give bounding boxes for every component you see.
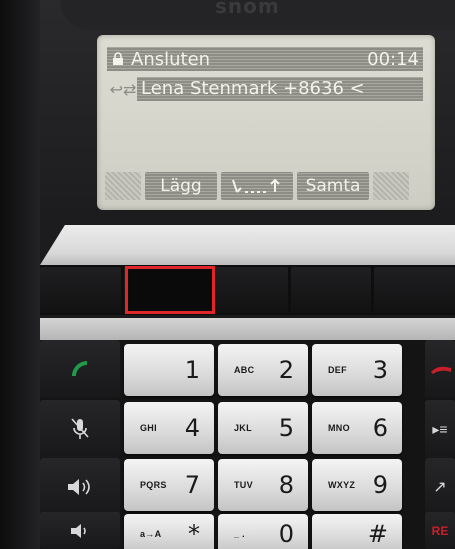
key-2-number: 2 [278,356,294,384]
key-0-letters: _ . [234,529,245,539]
lcd-display: Ansluten 00:14 ↩⇄ Lena Stenmark +8636 < … [97,35,435,210]
silver-strip [40,225,455,265]
lock-icon [113,52,123,65]
key-6-letters: MNO [328,423,350,433]
key-4-number: 4 [184,414,200,442]
silver-band [40,318,455,340]
softkey-transfer-label [221,172,293,200]
lcd-caller-row: ↩⇄ Lena Stenmark +8636 < [109,77,423,101]
key-hash-number: # [367,520,388,548]
transfer-side-icon: ↗ [433,479,447,496]
key-8-number: 8 [278,471,294,499]
key-3[interactable]: DEF 3 [312,344,402,396]
caller-id: Lena Stenmark +8636 < [137,77,423,101]
key-3-number: 3 [372,356,388,384]
speaker-icon [68,479,90,495]
phone-green-icon [72,361,87,376]
key-7[interactable]: PQRS 7 [124,459,214,511]
transfer-arrow-icon [232,178,280,193]
lcd-status-row: Ansluten 00:14 [107,47,423,71]
key-8-letters: TUV [234,480,253,490]
key-star-number: * [188,520,200,548]
key-9[interactable]: WXYZ 9 [312,459,402,511]
softkey-conference-label: Samta [297,172,369,200]
key-4-letters: GHI [140,423,157,433]
call-status: Ansluten [131,48,211,70]
softkey-blank-right [373,172,409,200]
key-9-letters: WXYZ [328,480,356,490]
key-hash[interactable]: # [312,514,402,549]
key-1-number: 1 [184,356,200,384]
speaker-button[interactable] [40,458,120,516]
key-5-letters: JKL [234,423,252,433]
key-0-number: 0 [278,520,294,548]
key-4[interactable]: GHI 4 [124,402,214,454]
call-timer: 00:14 [367,48,419,70]
call-button[interactable] [40,340,120,398]
key-2-letters: ABC [234,365,255,375]
volume-button[interactable] [40,512,120,549]
key-7-number: 7 [184,471,200,499]
transfer-icon: ↩⇄ [109,79,137,99]
key-6-number: 6 [372,414,388,442]
function-key-5[interactable] [374,267,455,313]
key-6[interactable]: MNO 6 [312,402,402,454]
softkey-blank-left [105,172,141,200]
highlighted-softkey-button[interactable] [125,266,215,314]
function-key-1[interactable] [40,267,121,313]
key-2[interactable]: ABC 2 [218,344,308,396]
volume-down-icon [71,523,86,538]
key-star[interactable]: a→A * [124,514,214,549]
mute-button[interactable] [40,400,120,458]
key-1[interactable]: 1 [124,344,214,396]
function-keys-row [40,265,455,315]
bezel-left [0,0,40,549]
function-key-4[interactable] [290,267,372,313]
softkey-hangup-label: Lägg [145,172,217,200]
key-3-letters: DEF [328,365,347,375]
transfer-button[interactable]: ↗ [425,458,455,516]
key-8[interactable]: TUV 8 [218,459,308,511]
key-9-number: 9 [372,471,388,499]
key-5-number: 5 [278,414,294,442]
phone-red-icon [431,366,451,374]
end-call-button[interactable] [425,340,455,398]
microphone-mute-icon [71,418,89,439]
function-key-3[interactable] [207,267,288,313]
key-0[interactable]: _ . 0 [218,514,308,549]
key-star-letters: a→A [140,529,162,539]
brand-logo: snom [215,0,280,18]
menu-icon: ▸≡ [432,420,448,437]
menu-button[interactable]: ▸≡ [425,400,455,458]
softkey-labels: Lägg Samta [105,172,427,200]
redial-button[interactable]: RE [425,512,455,549]
redial-label: RE [431,523,449,538]
key-7-letters: PQRS [140,480,167,490]
key-5[interactable]: JKL 5 [218,402,308,454]
